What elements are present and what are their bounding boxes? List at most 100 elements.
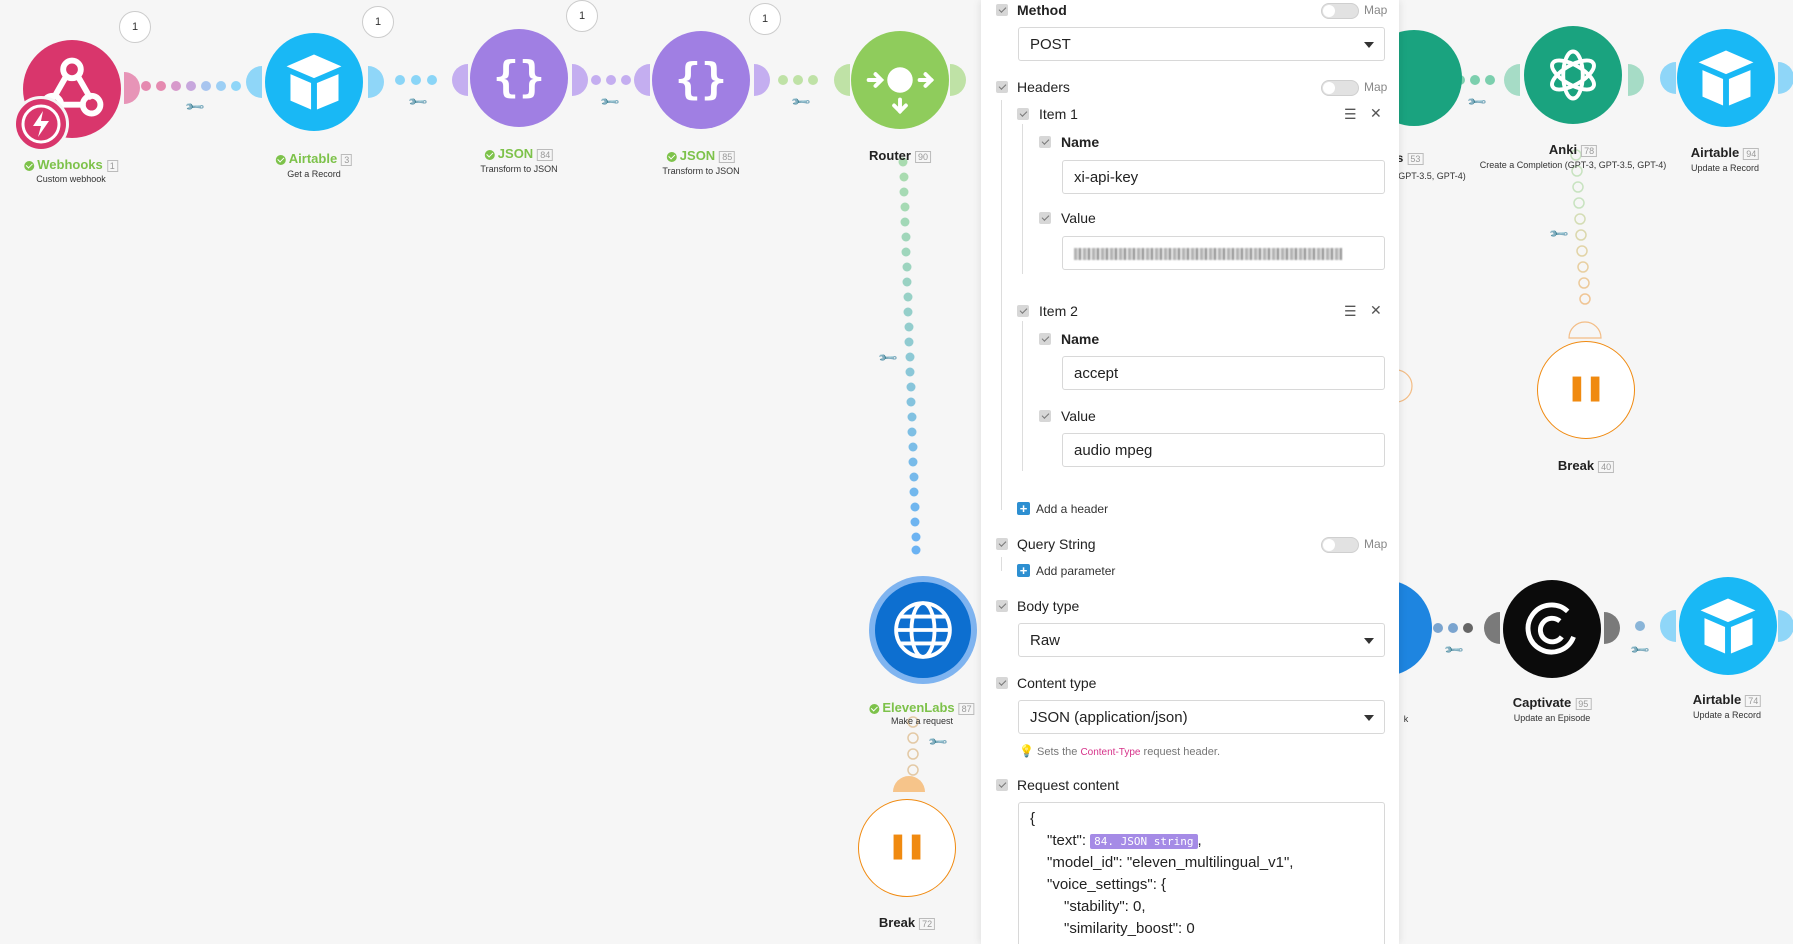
add-header-button[interactable]: Add a header: [1036, 502, 1108, 516]
content-type-select[interactable]: JSON (application/json): [1018, 700, 1385, 734]
code-line-4: "voice_settings": {: [1047, 876, 1167, 893]
item1-name-label: Name: [1061, 134, 1100, 150]
partial-module-label: s 53: [1397, 151, 1424, 165]
query-tree-line: [1001, 557, 1002, 571]
connector-captivate-airtable: [1635, 621, 1645, 631]
headers-checkbox[interactable]: [996, 81, 1008, 93]
body-type-select[interactable]: Raw: [1018, 623, 1385, 657]
item1-value-label: Value: [1061, 210, 1096, 226]
airtable-icon: [1698, 50, 1754, 106]
pause-icon: [1572, 376, 1600, 402]
trigger-bolt-icon: [13, 96, 69, 152]
body-type-value: Raw: [1030, 632, 1061, 649]
request-content-editor[interactable]: { "text": 84. JSON string, "model_id": "…: [1018, 802, 1385, 944]
headers-label: Headers: [1017, 79, 1070, 95]
request-content-checkbox[interactable]: [996, 779, 1008, 791]
captivate-sublabel: Update an Episode: [1513, 713, 1591, 723]
headers-map-toggle[interactable]: [1321, 80, 1359, 96]
connector-json85-router: [778, 75, 818, 85]
item2-tree-line: [1022, 321, 1023, 471]
drag-handle-icon[interactable]: ☰: [1344, 106, 1357, 123]
item2-checkbox[interactable]: [1017, 305, 1029, 317]
operations-bubble[interactable]: 1: [749, 3, 781, 35]
airtable-update94-sublabel: Update a Record: [1690, 163, 1760, 173]
item2-value-input[interactable]: audio mpeg: [1062, 433, 1385, 467]
item1-checkbox[interactable]: [1017, 108, 1029, 120]
connector-airtable-json84: [395, 75, 437, 85]
airtable-update74-sublabel: Update a Record: [1692, 710, 1762, 720]
code-line-6: "similarity_boost": 0: [1064, 920, 1195, 937]
json84-label: JSON 84: [484, 146, 554, 161]
item1-name-checkbox[interactable]: [1039, 136, 1051, 148]
airtable-icon: [286, 54, 342, 110]
query-label: Query String: [1017, 536, 1096, 552]
anki-label: Anki 78: [1549, 142, 1598, 157]
break72-label: Break 72: [879, 915, 936, 930]
item2-name-checkbox[interactable]: [1039, 333, 1051, 345]
airtable-update74-label: Airtable 74: [1693, 692, 1762, 707]
break72-module[interactable]: [858, 799, 956, 897]
openai-icon: [1550, 49, 1596, 101]
item2-value-checkbox[interactable]: [1039, 410, 1051, 422]
break40-label: Break 40: [1558, 458, 1615, 473]
item1-value-checkbox[interactable]: [1039, 212, 1051, 224]
add-parameter-plus-icon[interactable]: +: [1017, 564, 1030, 577]
svg-text:{}: {}: [675, 55, 727, 105]
airtable-update94-module[interactable]: [1677, 29, 1775, 127]
lightbulb-icon: 💡: [1019, 744, 1034, 758]
chevron-down-icon: [1364, 42, 1374, 48]
airtable-update74-module[interactable]: [1679, 577, 1777, 675]
drag-handle-icon[interactable]: ☰: [1344, 303, 1357, 320]
content-type-checkbox[interactable]: [996, 677, 1008, 689]
item2-name-input[interactable]: accept: [1062, 356, 1385, 390]
item2-title: Item 2: [1039, 303, 1078, 319]
item1-title: Item 1: [1039, 106, 1078, 122]
captivate-module[interactable]: [1503, 580, 1601, 678]
query-map-label: Map: [1364, 537, 1388, 551]
json85-module[interactable]: {}: [652, 31, 750, 129]
add-header-plus-icon[interactable]: +: [1017, 502, 1030, 515]
hint-code: Content-Type: [1080, 747, 1141, 758]
pause-icon: [893, 834, 921, 860]
airtable-update94-label: Airtable 94: [1691, 145, 1760, 160]
query-map-toggle[interactable]: [1321, 537, 1359, 553]
code-line-5: "stability": 0,: [1064, 898, 1146, 915]
break40-module[interactable]: [1537, 341, 1635, 439]
captivate-icon: [1525, 602, 1576, 655]
method-checkbox[interactable]: [996, 4, 1008, 16]
operations-bubble[interactable]: 1: [119, 11, 151, 43]
connector-json84-json85: [591, 75, 631, 85]
code-line-3: "model_id": "eleven_multilingual_v1",: [1047, 854, 1294, 871]
airtable-get-label: Airtable 3: [275, 151, 353, 166]
body-type-checkbox[interactable]: [996, 600, 1008, 612]
query-checkbox[interactable]: [996, 538, 1008, 550]
operations-bubble[interactable]: 1: [362, 6, 394, 38]
request-content-label: Request content: [1017, 777, 1119, 793]
webhooks-sublabel: Custom webhook: [36, 174, 106, 184]
redacted-value: [1074, 248, 1342, 260]
add-parameter-button[interactable]: Add parameter: [1036, 564, 1115, 578]
operations-bubble[interactable]: 1: [566, 0, 598, 32]
captivate-label: Captivate 95: [1513, 695, 1592, 710]
elevenlabs-module[interactable]: [875, 582, 971, 678]
close-icon[interactable]: ✕: [1370, 302, 1382, 319]
method-select[interactable]: POST: [1018, 27, 1385, 61]
airtable-get-module[interactable]: [265, 33, 363, 131]
mapped-variable-pill[interactable]: 84. JSON string: [1090, 833, 1198, 849]
anki-module[interactable]: [1524, 26, 1622, 124]
method-map-toggle[interactable]: [1321, 3, 1359, 19]
close-icon[interactable]: ✕: [1370, 105, 1382, 122]
code-line-1: {: [1030, 810, 1036, 827]
code-line-2: "text": 84. JSON string,: [1047, 832, 1202, 849]
item1-name-input[interactable]: xi-api-key: [1062, 160, 1385, 194]
json84-module[interactable]: {}: [470, 29, 568, 127]
elevenlabs-label: ElevenLabs 87: [869, 700, 975, 715]
json85-label: JSON 85: [666, 148, 736, 163]
method-map-label: Map: [1364, 3, 1388, 17]
connector-anki-break: [1570, 149, 1591, 305]
json85-sublabel: Transform to JSON: [662, 166, 740, 176]
chevron-down-icon: [1364, 715, 1374, 721]
item1-value-input[interactable]: [1062, 236, 1385, 270]
router-module[interactable]: [851, 31, 949, 129]
chevron-down-icon: [1364, 638, 1374, 644]
